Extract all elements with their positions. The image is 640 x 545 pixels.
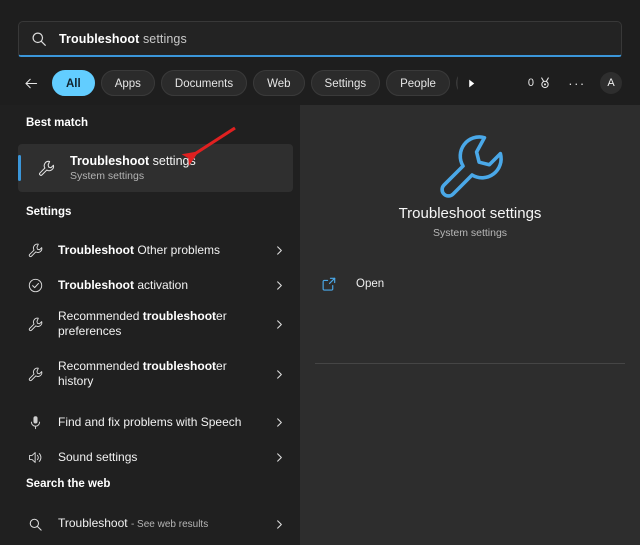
open-label: Open xyxy=(356,278,384,290)
wrench-icon xyxy=(26,365,44,383)
search-web-header: Search the web xyxy=(0,478,110,490)
list-item-label: Sound settings xyxy=(58,450,137,465)
rewards-button[interactable]: 0 xyxy=(528,76,552,90)
open-external-icon xyxy=(320,275,338,293)
list-item-label: Find and fix problems with Speech xyxy=(58,415,241,430)
best-match-header: Best match xyxy=(0,117,88,129)
chevron-right-icon xyxy=(272,367,286,381)
tab-all[interactable]: All xyxy=(52,70,95,96)
preview-title: Troubleshoot settings xyxy=(300,205,640,222)
label-post: Other problems xyxy=(134,243,220,257)
preview-divider xyxy=(315,363,625,364)
rewards-count: 0 xyxy=(528,77,534,89)
label-pre: Recommended xyxy=(58,309,143,323)
list-item[interactable]: Sound settings xyxy=(0,440,300,474)
speaker-icon xyxy=(26,448,44,466)
search-query-bold: Troubleshoot xyxy=(59,32,139,46)
preview-panel: Troubleshoot settings System settings Op… xyxy=(300,105,640,545)
label-bold: troubleshoot xyxy=(143,359,216,373)
tab-web[interactable]: Web xyxy=(253,70,304,96)
ellipsis-icon[interactable]: ··· xyxy=(566,72,588,94)
web-search-suffix: - See web results xyxy=(131,519,208,530)
wrench-icon-large xyxy=(433,129,507,203)
chevron-right-icon xyxy=(272,415,286,429)
windows-search-window: Troubleshoot settings All Apps Documents… xyxy=(0,0,640,545)
search-box[interactable]: Troubleshoot settings xyxy=(18,21,622,57)
search-icon xyxy=(31,31,47,47)
tab-settings[interactable]: Settings xyxy=(311,70,381,96)
list-item-text-block: Recommended troubleshooter history xyxy=(58,359,227,389)
filter-tab-bar: All Apps Documents Web Settings People F… xyxy=(18,68,622,98)
avatar[interactable]: A xyxy=(600,72,622,94)
tabbar-right-cluster: 0 ··· A xyxy=(528,72,622,94)
web-search-item[interactable]: Troubleshoot - See web results xyxy=(0,507,300,541)
list-item-label: Troubleshoot Other problems xyxy=(58,243,220,258)
web-search-query: Troubleshoot xyxy=(58,516,128,530)
tab-people[interactable]: People xyxy=(386,70,450,96)
tab-folders[interactable]: Folders xyxy=(456,70,458,96)
chevron-right-icon xyxy=(272,243,286,257)
chevron-right-icon xyxy=(272,450,286,464)
back-button[interactable] xyxy=(18,70,44,96)
rewards-medal-icon xyxy=(538,76,552,90)
search-icon xyxy=(26,515,44,533)
best-match-subtitle: System settings xyxy=(70,169,196,183)
wrench-icon xyxy=(26,241,44,259)
more-tabs-button[interactable] xyxy=(460,72,482,94)
list-item[interactable]: Troubleshoot activation xyxy=(0,268,300,302)
check-circle-icon xyxy=(26,276,44,294)
search-query-rest: settings xyxy=(139,32,186,46)
list-item-label-line2: history xyxy=(58,374,227,389)
tab-documents[interactable]: Documents xyxy=(161,70,247,96)
results-list: Best match Troubleshoot settings System … xyxy=(0,105,300,545)
selection-accent-bar xyxy=(18,155,21,181)
open-button[interactable]: Open xyxy=(320,275,384,293)
chevron-right-icon xyxy=(272,517,286,531)
label-post: er xyxy=(216,309,227,323)
wrench-icon xyxy=(26,315,44,333)
list-item-label: Troubleshoot activation xyxy=(58,278,188,293)
tab-apps[interactable]: Apps xyxy=(101,70,155,96)
list-item[interactable]: Recommended troubleshooter preferences xyxy=(0,303,300,345)
label-bold: Troubleshoot xyxy=(58,278,134,292)
preview-subtitle: System settings xyxy=(300,227,640,239)
search-input-text[interactable]: Troubleshoot settings xyxy=(59,32,187,46)
chevron-right-icon xyxy=(272,317,286,331)
best-match-title: Troubleshoot settings xyxy=(70,153,196,169)
list-item[interactable]: Troubleshoot Other problems xyxy=(0,233,300,267)
list-item-label: Recommended troubleshooter xyxy=(58,359,227,374)
wrench-icon xyxy=(36,158,56,178)
list-item-label: Recommended troubleshooter xyxy=(58,309,227,324)
chevron-right-icon xyxy=(272,278,286,292)
best-match-title-rest: settings xyxy=(149,154,196,168)
label-post: activation xyxy=(134,278,188,292)
microphone-icon xyxy=(26,413,44,431)
label-pre: Recommended xyxy=(58,359,143,373)
label-post: er xyxy=(216,359,227,373)
list-item[interactable]: Recommended troubleshooter history xyxy=(0,353,300,395)
settings-header: Settings xyxy=(0,206,71,218)
chevron-right-play-icon xyxy=(466,78,477,89)
best-match-item[interactable]: Troubleshoot settings System settings xyxy=(18,144,293,192)
list-item[interactable]: Find and fix problems with Speech xyxy=(0,405,300,439)
back-arrow-icon xyxy=(23,75,40,92)
label-bold: troubleshoot xyxy=(143,309,216,323)
web-search-label: Troubleshoot - See web results xyxy=(58,516,208,532)
filter-tabs: All Apps Documents Web Settings People F… xyxy=(52,70,458,96)
list-item-label-line2: preferences xyxy=(58,324,227,339)
list-item-text-block: Recommended troubleshooter preferences xyxy=(58,309,227,339)
label-bold: Troubleshoot xyxy=(58,243,134,257)
best-match-title-bold: Troubleshoot xyxy=(70,154,149,168)
